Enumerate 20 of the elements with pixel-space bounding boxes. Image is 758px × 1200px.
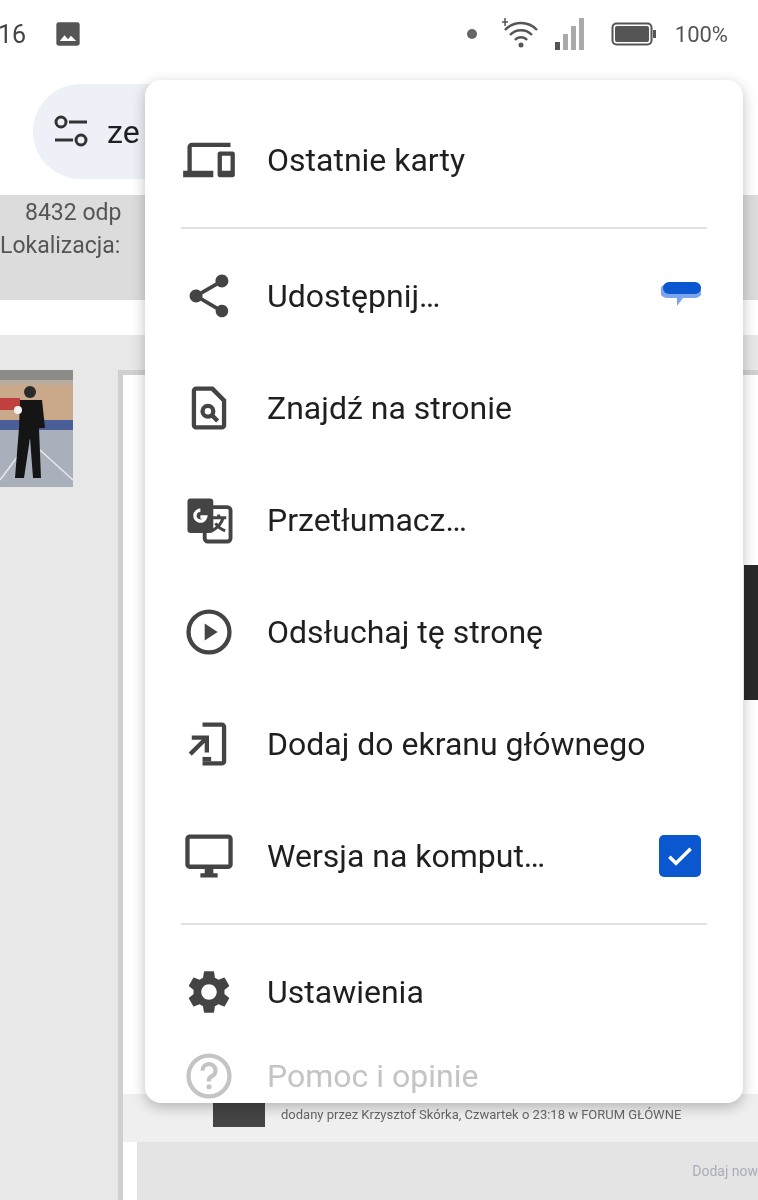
header-text: 8432 odp xyxy=(24,199,123,226)
menu-item[interactable]: Wersja na komput… xyxy=(145,800,743,912)
checkbox[interactable] xyxy=(659,835,701,877)
menu-item[interactable]: Ostatnie karty xyxy=(145,104,743,216)
menu-item[interactable]: Odsłuchaj tę stronę xyxy=(145,576,743,688)
signal-icon xyxy=(552,16,587,52)
clock-time: 16 xyxy=(0,19,27,49)
battery-percent: 100% xyxy=(674,21,728,47)
post-meta: dodany przez Krzysztof Skórka, Czwartek o 23:18 w FORUM GŁÓWNE xyxy=(281,1106,682,1122)
notification-dot-icon xyxy=(466,29,477,39)
battery-icon xyxy=(610,22,657,46)
menu-item[interactable]: Znajdź na stronie xyxy=(145,352,743,464)
thumbnail xyxy=(213,1101,265,1127)
menu-item[interactable]: Udostępnij… xyxy=(145,240,743,352)
header-text: Lokalizacja: xyxy=(0,232,122,259)
menu-item[interactable]: Przetłumacz… xyxy=(145,464,743,576)
image-icon xyxy=(54,20,83,48)
address-text: ze xyxy=(107,112,140,151)
menu-item[interactable]: Dodaj do ekranu głównego xyxy=(145,688,743,800)
menu-item[interactable]: Ustawienia xyxy=(145,936,743,1048)
